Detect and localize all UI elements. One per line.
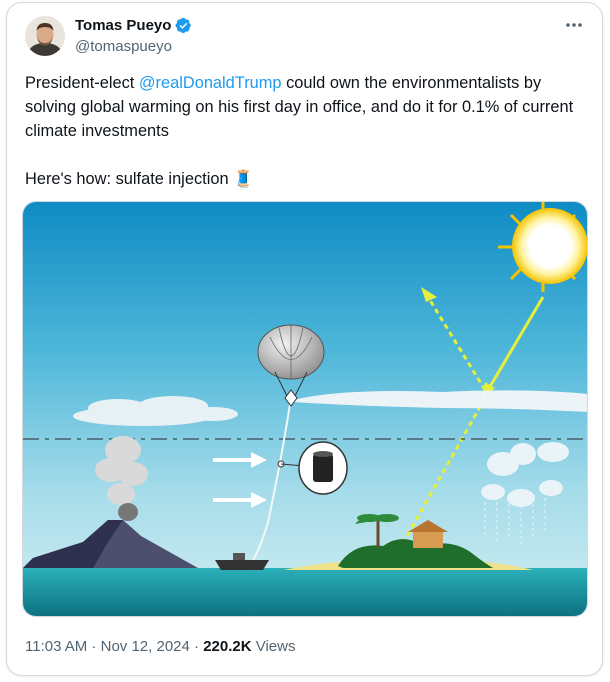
author-handle[interactable]: @tomaspueyo xyxy=(75,38,172,55)
sulfate-injection-illustration xyxy=(23,202,587,616)
more-options-icon[interactable] xyxy=(562,15,586,35)
mention-link[interactable]: @realDonaldTrump xyxy=(139,74,282,92)
views-count[interactable]: 220.2K xyxy=(203,638,251,655)
tweet-text-before: President-elect xyxy=(25,74,139,92)
tweet-time[interactable]: 11:03 AM xyxy=(25,638,87,655)
views-label: Views xyxy=(251,638,296,655)
author-display-name[interactable]: Tomas Pueyo xyxy=(75,17,171,34)
sun-icon xyxy=(498,202,587,292)
avatar-image xyxy=(25,16,65,56)
tweet-media-image[interactable] xyxy=(22,201,588,617)
tweet-date[interactable]: Nov 12, 2024 xyxy=(101,638,190,655)
avatar[interactable] xyxy=(25,16,65,56)
thread-emoji-icon: 🧵 xyxy=(233,170,254,188)
verified-badge-icon xyxy=(175,17,192,34)
canister-icon xyxy=(313,451,333,482)
tweet-card: Tomas Pueyo @tomaspueyo President-elect … xyxy=(6,2,603,676)
tweet-text: President-elect @realDonaldTrump could o… xyxy=(25,71,590,191)
tweet-metadata: 11:03 AM · Nov 12, 2024 · 220.2K Views xyxy=(25,638,296,655)
